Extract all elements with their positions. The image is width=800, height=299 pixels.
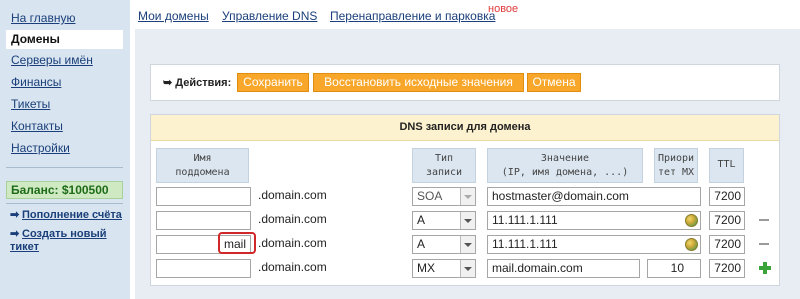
record-type-select[interactable]: MX [412,259,476,278]
subdomain-input[interactable] [156,211,251,230]
new-ticket-link[interactable]: ➡ Создать новый тикет [10,228,122,254]
chevron-down-icon [460,188,475,205]
chevron-down-icon [460,212,475,229]
add-record-icon[interactable] [759,262,771,274]
ttl-input[interactable]: 7200 [709,259,745,278]
remove-record-icon[interactable] [759,243,769,245]
sidebar-item-home[interactable]: На главную [6,9,123,28]
column-type-header: Тип записи [412,148,476,183]
sidebar: На главную Домены Серверы имён Финансы Т… [0,0,130,299]
new-badge: новое [488,3,519,15]
domain-suffix: .domain.com [258,212,327,226]
ttl-input[interactable]: 7200 [709,187,745,206]
dns-title: DNS записи для домена [399,121,531,133]
sidebar-item-settings[interactable]: Настройки [6,139,123,158]
new-ticket-label: Создать новый тикет [10,228,107,253]
record-value-input[interactable]: mail.domain.com [487,259,640,278]
sidebar-divider [6,203,123,204]
mx-priority-input[interactable]: 10 [647,259,701,278]
subdomain-input[interactable] [156,259,251,278]
cancel-button[interactable]: Отмена [527,73,581,92]
ttl-input[interactable]: 7200 [709,235,745,254]
column-priority-header: Приори тет MX [654,148,698,183]
record-value-input[interactable]: 11.111.1.111 [487,235,701,254]
tab-redirect-parking[interactable]: Перенаправление и парковка [330,9,495,23]
actions-arrow-icon: ➥ [163,77,176,89]
sidebar-divider [6,167,123,168]
domain-suffix: .domain.com [258,236,327,250]
sidebar-item-contacts[interactable]: Контакты [6,117,123,136]
highlight-marker [218,232,256,254]
top-up-label: Пополнение счёта [22,209,122,221]
arrow-right-icon: ➡ [10,228,20,240]
arrow-right-icon: ➡ [10,209,20,221]
save-button[interactable]: Сохранить [237,73,309,92]
sidebar-item-domains[interactable]: Домены [6,30,123,49]
sidebar-item-tickets[interactable]: Тикеты [6,95,123,114]
column-subdomain-header: Имя поддомена [156,148,249,183]
record-type-select[interactable]: A [412,235,476,254]
chevron-down-icon [460,260,475,277]
chevron-down-icon [460,236,475,253]
record-type-select[interactable]: SOA [412,187,476,206]
record-value-input[interactable]: 11.111.1.111 [487,211,701,230]
subdomain-input[interactable] [156,187,251,206]
restore-defaults-button[interactable]: Восстановить исходные значения [313,73,524,92]
column-ttl-header: TTL [709,148,744,183]
actions-label: ➥ Действия: [163,77,232,89]
ttl-input[interactable]: 7200 [709,211,745,230]
domain-suffix: .domain.com [258,260,327,274]
domain-suffix: .domain.com [258,188,327,202]
sidebar-item-finances[interactable]: Финансы [6,73,123,92]
tab-dns-management[interactable]: Управление DNS [222,9,317,23]
record-value-input[interactable]: hostmaster@domain.com [487,187,701,206]
column-value-header: Значение (IP, имя домена, ...) [487,148,643,183]
globe-icon[interactable] [685,214,698,227]
globe-icon[interactable] [685,238,698,251]
tab-my-domains[interactable]: Мои домены [138,9,209,23]
remove-record-icon[interactable] [759,219,769,221]
balance-badge: Баланс: $100500 [6,181,123,199]
sidebar-item-nameservers[interactable]: Серверы имён [6,51,123,70]
record-type-select[interactable]: A [412,211,476,230]
top-up-link[interactable]: ➡ Пополнение счёта [10,208,122,221]
